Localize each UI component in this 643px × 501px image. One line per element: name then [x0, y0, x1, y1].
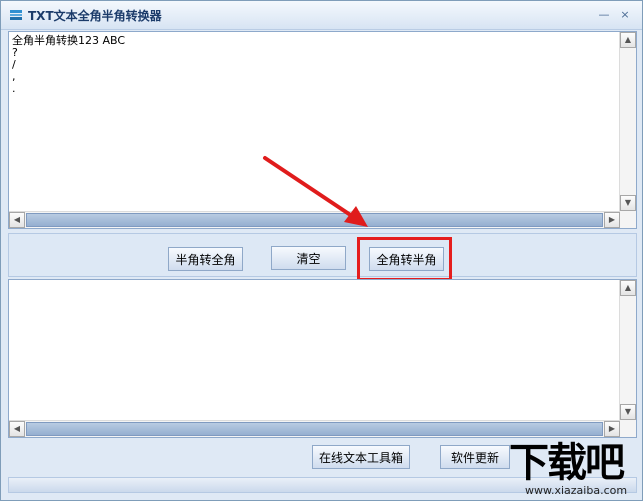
input-textbox[interactable]: 全角半角转换123 ABC ? / , . ▲ ▼ ◀ ▶ — [8, 31, 637, 229]
scroll-left-icon[interactable]: ◀ — [9, 212, 25, 228]
scroll-left-icon[interactable]: ◀ — [9, 421, 25, 437]
scroll-right-icon[interactable]: ▶ — [604, 212, 620, 228]
watermark-brand: 下载吧 — [509, 440, 625, 486]
input-horizontal-scrollbar[interactable]: ◀ ▶ — [9, 211, 620, 228]
clear-button[interactable]: 清空 — [271, 246, 346, 270]
scroll-up-icon[interactable]: ▲ — [620, 32, 636, 48]
half-to-full-button[interactable]: 半角转全角 — [168, 247, 243, 271]
scroll-up-icon[interactable]: ▲ — [620, 280, 636, 296]
close-button[interactable]: × — [618, 8, 632, 22]
input-horizontal-thumb[interactable] — [26, 213, 603, 227]
online-tools-button[interactable]: 在线文本工具箱 — [312, 445, 410, 469]
scroll-right-icon[interactable]: ▶ — [604, 421, 620, 437]
input-line: . — [12, 82, 16, 95]
output-vertical-scrollbar[interactable]: ▲ ▼ — [619, 280, 636, 420]
app-icon — [10, 10, 22, 20]
scroll-corner — [620, 211, 636, 228]
output-textbox[interactable]: ▲ ▼ ◀ ▶ — [8, 279, 637, 438]
scroll-corner — [620, 420, 636, 437]
highlight-box — [357, 237, 452, 281]
title-bar[interactable]: TXT文本全角半角转换器 — × — [1, 1, 642, 30]
input-line: 全角半角转换123 ABC — [12, 34, 126, 47]
output-horizontal-scrollbar[interactable]: ◀ ▶ — [9, 420, 620, 437]
scroll-down-icon[interactable]: ▼ — [620, 404, 636, 420]
minimize-button[interactable]: — — [597, 8, 611, 22]
watermark: 下载吧 www.xiazaiba.com — [505, 440, 643, 501]
output-horizontal-thumb[interactable] — [26, 422, 603, 436]
scroll-down-icon[interactable]: ▼ — [620, 195, 636, 211]
software-update-button[interactable]: 软件更新 — [440, 445, 510, 469]
window-title: TXT文本全角半角转换器 — [28, 9, 162, 23]
watermark-url: www.xiazaiba.com — [525, 484, 628, 497]
input-vertical-scrollbar[interactable]: ▲ ▼ — [619, 32, 636, 211]
app-window: TXT文本全角半角转换器 — × 全角半角转换123 ABC ? / , . ▲… — [0, 0, 643, 501]
